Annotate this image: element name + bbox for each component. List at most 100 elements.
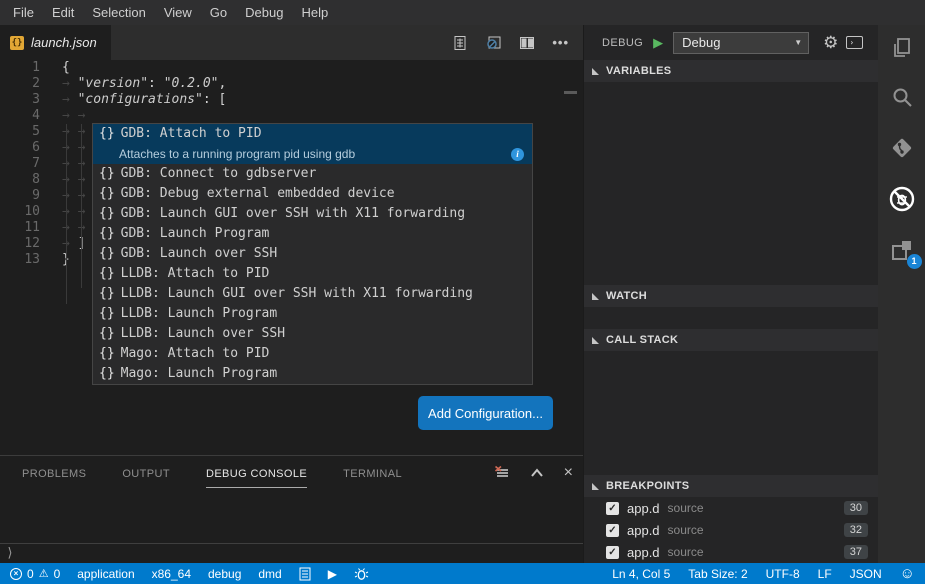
open-settings-file-icon[interactable] xyxy=(452,35,468,51)
cursor-position[interactable]: Ln 4, Col 5 xyxy=(612,567,670,581)
maximize-panel-icon[interactable] xyxy=(530,467,544,479)
suggest-item[interactable]: {}GDB: Launch Program xyxy=(93,224,532,244)
snippet-icon: {} xyxy=(99,224,115,244)
info-icon[interactable]: i xyxy=(511,148,524,161)
suggest-item-selected[interactable]: {} GDB: Attach to PID Attaches to a runn… xyxy=(93,124,532,164)
suggest-item[interactable]: {}LLDB: Attach to PID xyxy=(93,264,532,284)
tab-label: launch.json xyxy=(31,35,97,50)
editor-line[interactable]: 1{ xyxy=(0,60,583,76)
prompt-chevron-icon: ⟩ xyxy=(6,546,14,561)
breakpoint-checkbox[interactable]: ✓ xyxy=(606,502,619,515)
debug-icon[interactable] xyxy=(888,185,916,213)
start-debug-icon[interactable]: ▶ xyxy=(653,35,663,51)
breakpoint-checkbox[interactable]: ✓ xyxy=(606,546,619,559)
add-configuration-button[interactable]: Add Configuration... xyxy=(418,396,553,430)
split-editor-icon[interactable] xyxy=(519,35,535,51)
debug-console-output xyxy=(0,490,583,543)
twistie-icon xyxy=(592,337,599,344)
section-call-stack[interactable]: CALL STACK xyxy=(584,329,878,351)
tab-terminal[interactable]: TERMINAL xyxy=(343,459,402,487)
search-icon[interactable] xyxy=(889,85,915,111)
snippet-icon: {} xyxy=(99,184,115,204)
tab-output[interactable]: OUTPUT xyxy=(122,459,170,487)
suggest-item[interactable]: {}LLDB: Launch GUI over SSH with X11 for… xyxy=(93,284,532,304)
suggest-item[interactable]: {}GDB: Launch over SSH xyxy=(93,244,532,264)
feedback-smiley-icon[interactable]: ☺ xyxy=(900,566,915,581)
suggest-item[interactable]: {}LLDB: Launch Program xyxy=(93,304,532,324)
suggest-item[interactable]: {}GDB: Debug external embedded device xyxy=(93,184,532,204)
suggest-item-description: Attaches to a running program pid using … xyxy=(119,144,355,164)
run-status-icon[interactable]: ▶ xyxy=(328,567,337,581)
section-breakpoints[interactable]: BREAKPOINTS xyxy=(584,475,878,497)
debug-console-input[interactable]: ⟩ xyxy=(0,543,583,563)
bug-status-icon[interactable] xyxy=(354,567,369,581)
status-compiler[interactable]: dmd xyxy=(258,567,281,581)
snippet-icon: {} xyxy=(99,304,115,324)
line-number: 13 xyxy=(0,252,40,268)
suggest-item[interactable]: {}Mago: Launch Program xyxy=(93,364,532,384)
suggest-item[interactable]: {}GDB: Connect to gdbserver xyxy=(93,164,532,184)
breakpoint-line-badge: 37 xyxy=(844,545,868,559)
suggest-item-list: {}GDB: Connect to gdbserver{}GDB: Debug … xyxy=(93,164,532,384)
suggest-item[interactable]: {}LLDB: Launch over SSH xyxy=(93,324,532,344)
line-number: 8 xyxy=(0,172,40,188)
menu-debug[interactable]: Debug xyxy=(236,5,292,20)
editor[interactable]: 1{2→"version": "0.2.0",3→"configurations… xyxy=(0,60,583,455)
twistie-icon xyxy=(592,293,599,300)
snippet-icon: {} xyxy=(99,364,115,384)
menu-edit[interactable]: Edit xyxy=(43,5,83,20)
document-status-icon[interactable] xyxy=(299,567,311,581)
tab-debug-console[interactable]: DEBUG CONSOLE xyxy=(206,459,307,488)
breakpoint-row[interactable]: ✓app.dsource37 xyxy=(584,541,878,563)
tab-size[interactable]: Tab Size: 2 xyxy=(688,567,747,581)
suggest-item-label: GDB: Attach to PID xyxy=(121,124,262,144)
problems-status[interactable]: × 0 ⚠ 0 xyxy=(10,567,60,581)
section-watch[interactable]: WATCH xyxy=(584,285,878,307)
breakpoint-checkbox[interactable]: ✓ xyxy=(606,524,619,537)
more-actions-icon[interactable]: ••• xyxy=(552,35,569,50)
indent-guide xyxy=(66,124,67,304)
tab-launch-json[interactable]: {} launch.json xyxy=(0,25,111,60)
tab-problems[interactable]: PROBLEMS xyxy=(22,459,86,487)
explorer-icon[interactable] xyxy=(889,35,915,61)
menu-help[interactable]: Help xyxy=(292,5,337,20)
editor-line[interactable]: 3→"configurations": [ xyxy=(0,92,583,108)
breakpoint-line-badge: 30 xyxy=(844,501,868,515)
indent-guide xyxy=(81,124,82,288)
snippet-icon: {} xyxy=(99,344,115,364)
status-buildtype[interactable]: debug xyxy=(208,567,241,581)
error-icon: × xyxy=(10,568,22,580)
language-mode[interactable]: JSON xyxy=(850,567,882,581)
activity-bar: 1 xyxy=(878,25,925,563)
vscode-window: File Edit Selection View Go Debug Help {… xyxy=(0,0,925,584)
menu-file[interactable]: File xyxy=(4,5,43,20)
panel-tab-bar: PROBLEMS OUTPUT DEBUG CONSOLE TERMINAL × xyxy=(0,456,583,490)
status-arch[interactable]: x86_64 xyxy=(152,567,191,581)
clear-console-icon[interactable] xyxy=(494,465,510,481)
status-application[interactable]: application xyxy=(77,567,134,581)
menu-go[interactable]: Go xyxy=(201,5,236,20)
line-number: 6 xyxy=(0,140,40,156)
close-panel-icon[interactable]: × xyxy=(564,466,573,480)
encoding[interactable]: UTF-8 xyxy=(766,567,800,581)
menu-view[interactable]: View xyxy=(155,5,201,20)
breakpoint-row[interactable]: ✓app.dsource30 xyxy=(584,497,878,519)
suggest-item[interactable]: {}Mago: Attach to PID xyxy=(93,344,532,364)
extensions-icon[interactable]: 1 xyxy=(889,237,915,263)
eol-type[interactable]: LF xyxy=(818,567,832,581)
editor-line[interactable]: 2→"version": "0.2.0", xyxy=(0,76,583,92)
source-control-icon[interactable] xyxy=(889,135,915,161)
menu-selection[interactable]: Selection xyxy=(83,5,154,20)
open-preview-icon[interactable] xyxy=(485,35,502,51)
breakpoint-row[interactable]: ✓app.dsource32 xyxy=(584,519,878,541)
section-variables[interactable]: VARIABLES xyxy=(584,60,878,82)
open-debug-console-icon[interactable]: › xyxy=(846,36,863,49)
editor-line[interactable]: 4→→ xyxy=(0,108,583,124)
line-number: 2 xyxy=(0,76,40,92)
menu-bar: File Edit Selection View Go Debug Help xyxy=(0,0,925,25)
configure-gear-icon[interactable]: ⚙ xyxy=(823,33,838,53)
snippet-icon: {} xyxy=(99,204,115,224)
suggest-item[interactable]: {}GDB: Launch GUI over SSH with X11 forw… xyxy=(93,204,532,224)
debug-toolbar: DEBUG ▶ Debug ▼ ⚙ › xyxy=(584,25,878,60)
debug-config-dropdown[interactable]: Debug ▼ xyxy=(673,32,809,54)
